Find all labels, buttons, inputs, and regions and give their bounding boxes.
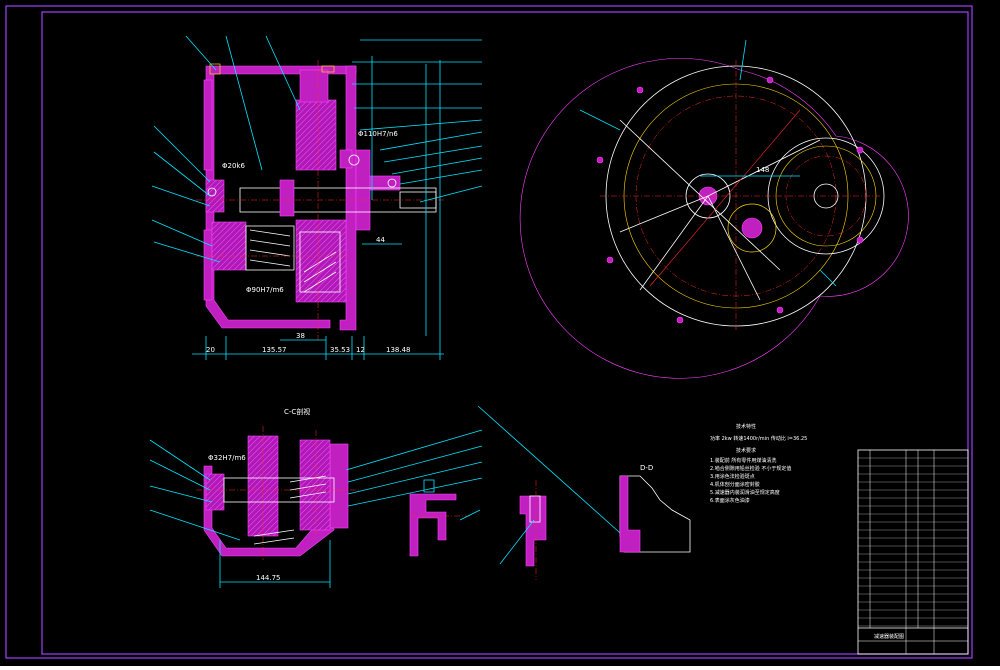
perf-line: 功率 2kw 转速1400r/min 传动比 i=36.25 <box>710 435 807 442</box>
dim-138-48: 138.48 <box>386 346 411 354</box>
perf-title: 技术特性 <box>736 423 756 430</box>
req-line-4: 4.机体剖分面涂密封胶 <box>710 481 760 488</box>
top-view: 148 <box>519 39 909 379</box>
dim-38: 38 <box>296 332 305 340</box>
fit-110h7: Φ110H7/n6 <box>358 130 398 138</box>
technical-notes: 技术特性 功率 2kw 转速1400r/min 传动比 i=36.25 技术要求… <box>710 423 807 504</box>
dim-135-57: 135.57 <box>262 346 287 354</box>
dim-35-53: 35.53 <box>330 346 350 354</box>
fit-20k6: Φ20k6 <box>222 162 245 170</box>
dim-20: 20 <box>206 346 215 354</box>
main-section-view: 20 135.57 38 35.53 12 138.48 44 Φ20k6 Φ1… <box>151 35 483 360</box>
dim-144-75: 144.75 <box>256 574 281 582</box>
dim-12: 12 <box>356 346 365 354</box>
dim-44: 44 <box>376 236 385 244</box>
req-title: 技术要求 <box>736 447 756 454</box>
req-line-1: 1.装配前 所有零件用煤油清洗 <box>710 457 776 464</box>
cad-drawing-sheet: 20 135.57 38 35.53 12 138.48 44 Φ20k6 Φ1… <box>0 0 1000 666</box>
section-dd-label: D-D <box>640 464 653 472</box>
detail-views: D-D <box>409 405 691 580</box>
drawing-canvas: 20 135.57 38 35.53 12 138.48 44 Φ20k6 Φ1… <box>5 5 973 659</box>
drawing-name: 减速器装配图 <box>874 633 904 640</box>
fit-32h7: Φ32H7/m6 <box>208 454 246 462</box>
req-line-5: 5.减速器内装润滑油至规定高度 <box>710 489 780 496</box>
dim-148: 148 <box>756 166 769 174</box>
req-line-2: 2.啮合侧隙用铅丝检验 不小于规定值 <box>710 465 791 472</box>
req-line-3: 3.用涂色法检验斑点 <box>710 473 755 480</box>
req-line-6: 6.表面涂灰色油漆 <box>710 497 750 504</box>
parts-list: 减速器装配图 <box>857 449 969 655</box>
fit-90h7: Φ90H7/m6 <box>246 286 284 294</box>
section-cc-label: C-C剖视 <box>284 407 310 416</box>
